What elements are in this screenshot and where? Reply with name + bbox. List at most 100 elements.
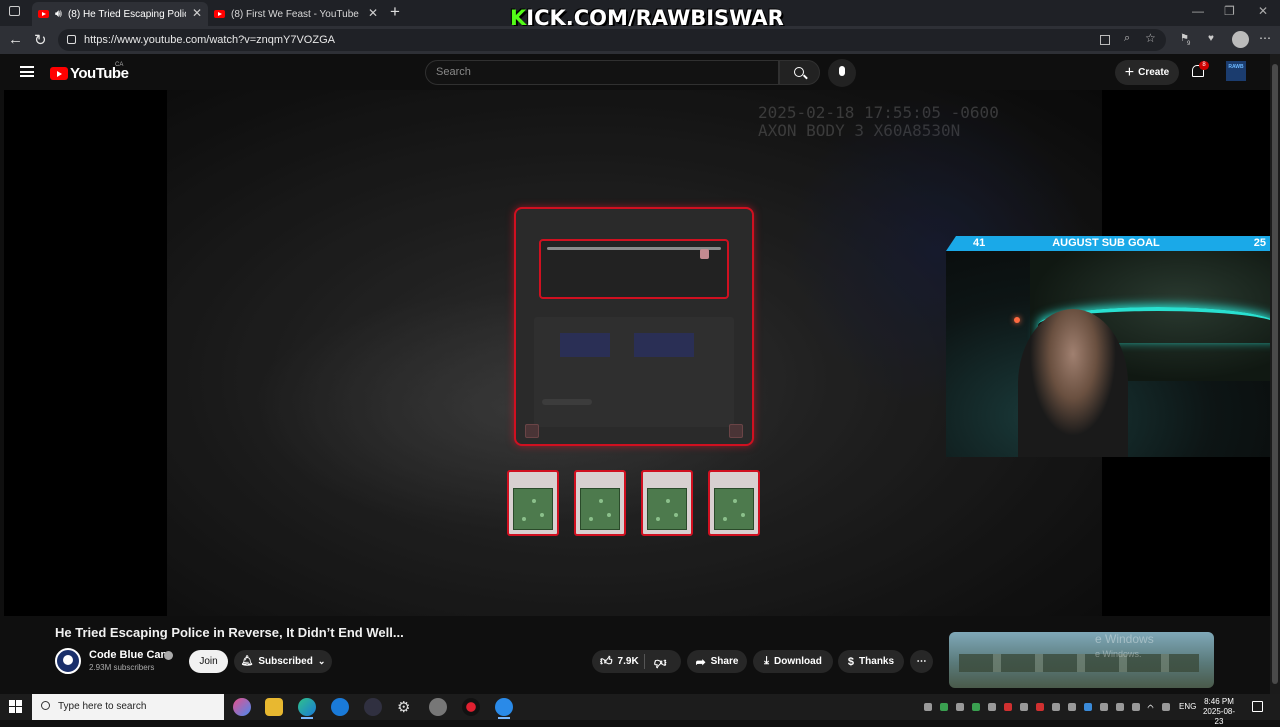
settings-more-icon[interactable]: ⋯: [1259, 31, 1271, 45]
settings-gear-icon[interactable]: ⚙: [397, 698, 415, 716]
close-tab-icon[interactable]: ✕: [192, 6, 202, 20]
app-icon-dark[interactable]: [364, 698, 382, 716]
app-icon-blue-2[interactable]: [495, 698, 513, 719]
menu-icon[interactable]: [20, 66, 34, 77]
volume-icon[interactable]: [1162, 703, 1170, 711]
edge-browser-icon[interactable]: [298, 698, 316, 719]
voice-search-button[interactable]: [828, 59, 856, 87]
slider-track[interactable]: [547, 247, 721, 259]
youtube-favicon-icon: [38, 10, 49, 18]
url-field[interactable]: https://www.youtube.com/watch?v=znqmY7VO…: [58, 29, 1166, 51]
profile-avatar-icon[interactable]: [1232, 31, 1249, 48]
close-window-icon[interactable]: ✕: [1258, 4, 1268, 18]
puzzle-preview: [534, 317, 734, 427]
puzzle-right-button[interactable]: [729, 424, 743, 438]
lamp: [1014, 317, 1020, 323]
like-button[interactable]: 👍︎ 7.9K 👍︎: [592, 650, 681, 673]
microphone-tray-icon[interactable]: [1116, 703, 1124, 711]
tab-he-tried-escaping[interactable]: 🔊︎ (8) He Tried Escaping Police i ✕: [32, 2, 208, 26]
subscribed-button[interactable]: 🔔︎ Subscribed ⌄: [234, 650, 332, 673]
minimize-icon[interactable]: —: [1192, 4, 1204, 18]
recommended-video-thumbnail[interactable]: [949, 632, 1214, 688]
network-icon[interactable]: [1132, 703, 1140, 711]
reader-view-icon[interactable]: [1100, 35, 1110, 45]
download-icon: ⤓: [764, 655, 770, 667]
tray-icon[interactable]: [1020, 703, 1028, 711]
bell-icon: 🔔︎: [240, 656, 254, 667]
close-tab-icon[interactable]: ✕: [368, 6, 378, 20]
thanks-button[interactable]: $ Thanks: [838, 650, 904, 673]
file-explorer-icon[interactable]: [265, 698, 283, 716]
tab-actions-icon[interactable]: [9, 6, 20, 16]
search-box[interactable]: [425, 60, 779, 85]
chevron-up-icon[interactable]: [1146, 703, 1155, 712]
tray-icon[interactable]: [1100, 703, 1108, 711]
tray-icon[interactable]: [940, 703, 948, 711]
account-avatar[interactable]: RAWB: [1226, 61, 1246, 81]
search-button[interactable]: [779, 60, 820, 85]
puzzle-tile[interactable]: [507, 470, 559, 536]
channel-name[interactable]: Code Blue Cam: [89, 649, 170, 661]
maximize-icon[interactable]: ❐: [1224, 4, 1235, 18]
zoom-icon[interactable]: ⌕: [1124, 32, 1130, 45]
join-button[interactable]: Join: [189, 650, 228, 673]
download-button[interactable]: ⤓ Download: [753, 650, 833, 673]
refresh-icon[interactable]: ↻: [34, 31, 47, 49]
browser-essentials-icon[interactable]: ♥: [1208, 33, 1214, 44]
windows-taskbar: Type here to search ⚙ ENG 8:46 PM 2025-0…: [0, 694, 1280, 726]
preview-bar: [542, 399, 592, 405]
search-icon: [794, 67, 804, 77]
share-button[interactable]: ➦ Share: [687, 650, 747, 673]
windows-start-icon[interactable]: [9, 700, 22, 713]
create-button[interactable]: + Create: [1115, 60, 1179, 85]
new-tab-button[interactable]: +: [390, 2, 400, 22]
youtube-favicon-icon: [214, 10, 225, 18]
tab-title: (8) He Tried Escaping Police i: [67, 8, 186, 20]
windows-activation-watermark-sub: e Windows.: [1095, 649, 1142, 659]
more-actions-button[interactable]: ⋯: [910, 650, 933, 673]
notification-center-icon[interactable]: [1252, 701, 1263, 712]
video-title: He Tried Escaping Police in Reverse, It …: [55, 625, 404, 640]
url-text[interactable]: https://www.youtube.com/watch?v=znqmY7VO…: [84, 34, 335, 46]
puzzle-tile[interactable]: [708, 470, 760, 536]
clock[interactable]: 8:46 PM 2025-08-23: [1200, 697, 1238, 727]
channel-avatar[interactable]: [55, 648, 81, 674]
back-icon[interactable]: ←: [8, 31, 23, 48]
tray-icon[interactable]: [1004, 703, 1012, 711]
sub-goal-target: 25: [1253, 237, 1266, 249]
tray-icon[interactable]: [956, 703, 964, 711]
scrollbar-thumb[interactable]: [1272, 64, 1278, 684]
speaker-icon[interactable]: 🔊︎: [55, 8, 62, 21]
tray-icon[interactable]: [924, 703, 932, 711]
app-icon-gray[interactable]: [429, 698, 447, 716]
browser-tab-bar: 🔊︎ (8) He Tried Escaping Police i ✕ (8) …: [0, 0, 1280, 30]
thumbs-up-icon: 👍︎: [600, 654, 613, 668]
tray-icon[interactable]: [972, 703, 980, 711]
puzzle-tile[interactable]: [641, 470, 693, 536]
tab-first-we-feast[interactable]: (8) First We Feast - YouTube ✕: [208, 2, 384, 26]
streamer: [1018, 309, 1128, 457]
tray-icon[interactable]: [1052, 703, 1060, 711]
search-input[interactable]: [436, 66, 766, 78]
site-info-icon[interactable]: [67, 35, 76, 44]
app-icon-blue[interactable]: [331, 698, 349, 716]
language-indicator[interactable]: ENG: [1179, 702, 1196, 711]
tray-icon[interactable]: [1084, 703, 1092, 711]
puzzle-tile[interactable]: [574, 470, 626, 536]
preview-shape: [634, 333, 694, 357]
app-icon-red-black[interactable]: [462, 698, 480, 716]
sub-goal-label: AUGUST SUB GOAL: [1052, 237, 1160, 249]
thumbs-down-icon[interactable]: 👍︎: [654, 655, 667, 670]
youtube-play-icon: [50, 67, 68, 80]
copilot-icon[interactable]: [233, 698, 251, 716]
favorite-star-icon[interactable]: ☆: [1145, 31, 1156, 45]
country-code: CA: [115, 62, 124, 68]
slider-thumb[interactable]: [700, 249, 710, 259]
tray-icon[interactable]: [1068, 703, 1076, 711]
tray-icon[interactable]: [988, 703, 996, 711]
chevron-down-icon: ⌄: [317, 656, 326, 666]
tray-icon[interactable]: [1036, 703, 1044, 711]
puzzle-left-button[interactable]: [525, 424, 539, 438]
taskbar-search[interactable]: Type here to search: [32, 694, 224, 720]
address-bar-row: ← ↻ https://www.youtube.com/watch?v=znqm…: [0, 26, 1280, 54]
